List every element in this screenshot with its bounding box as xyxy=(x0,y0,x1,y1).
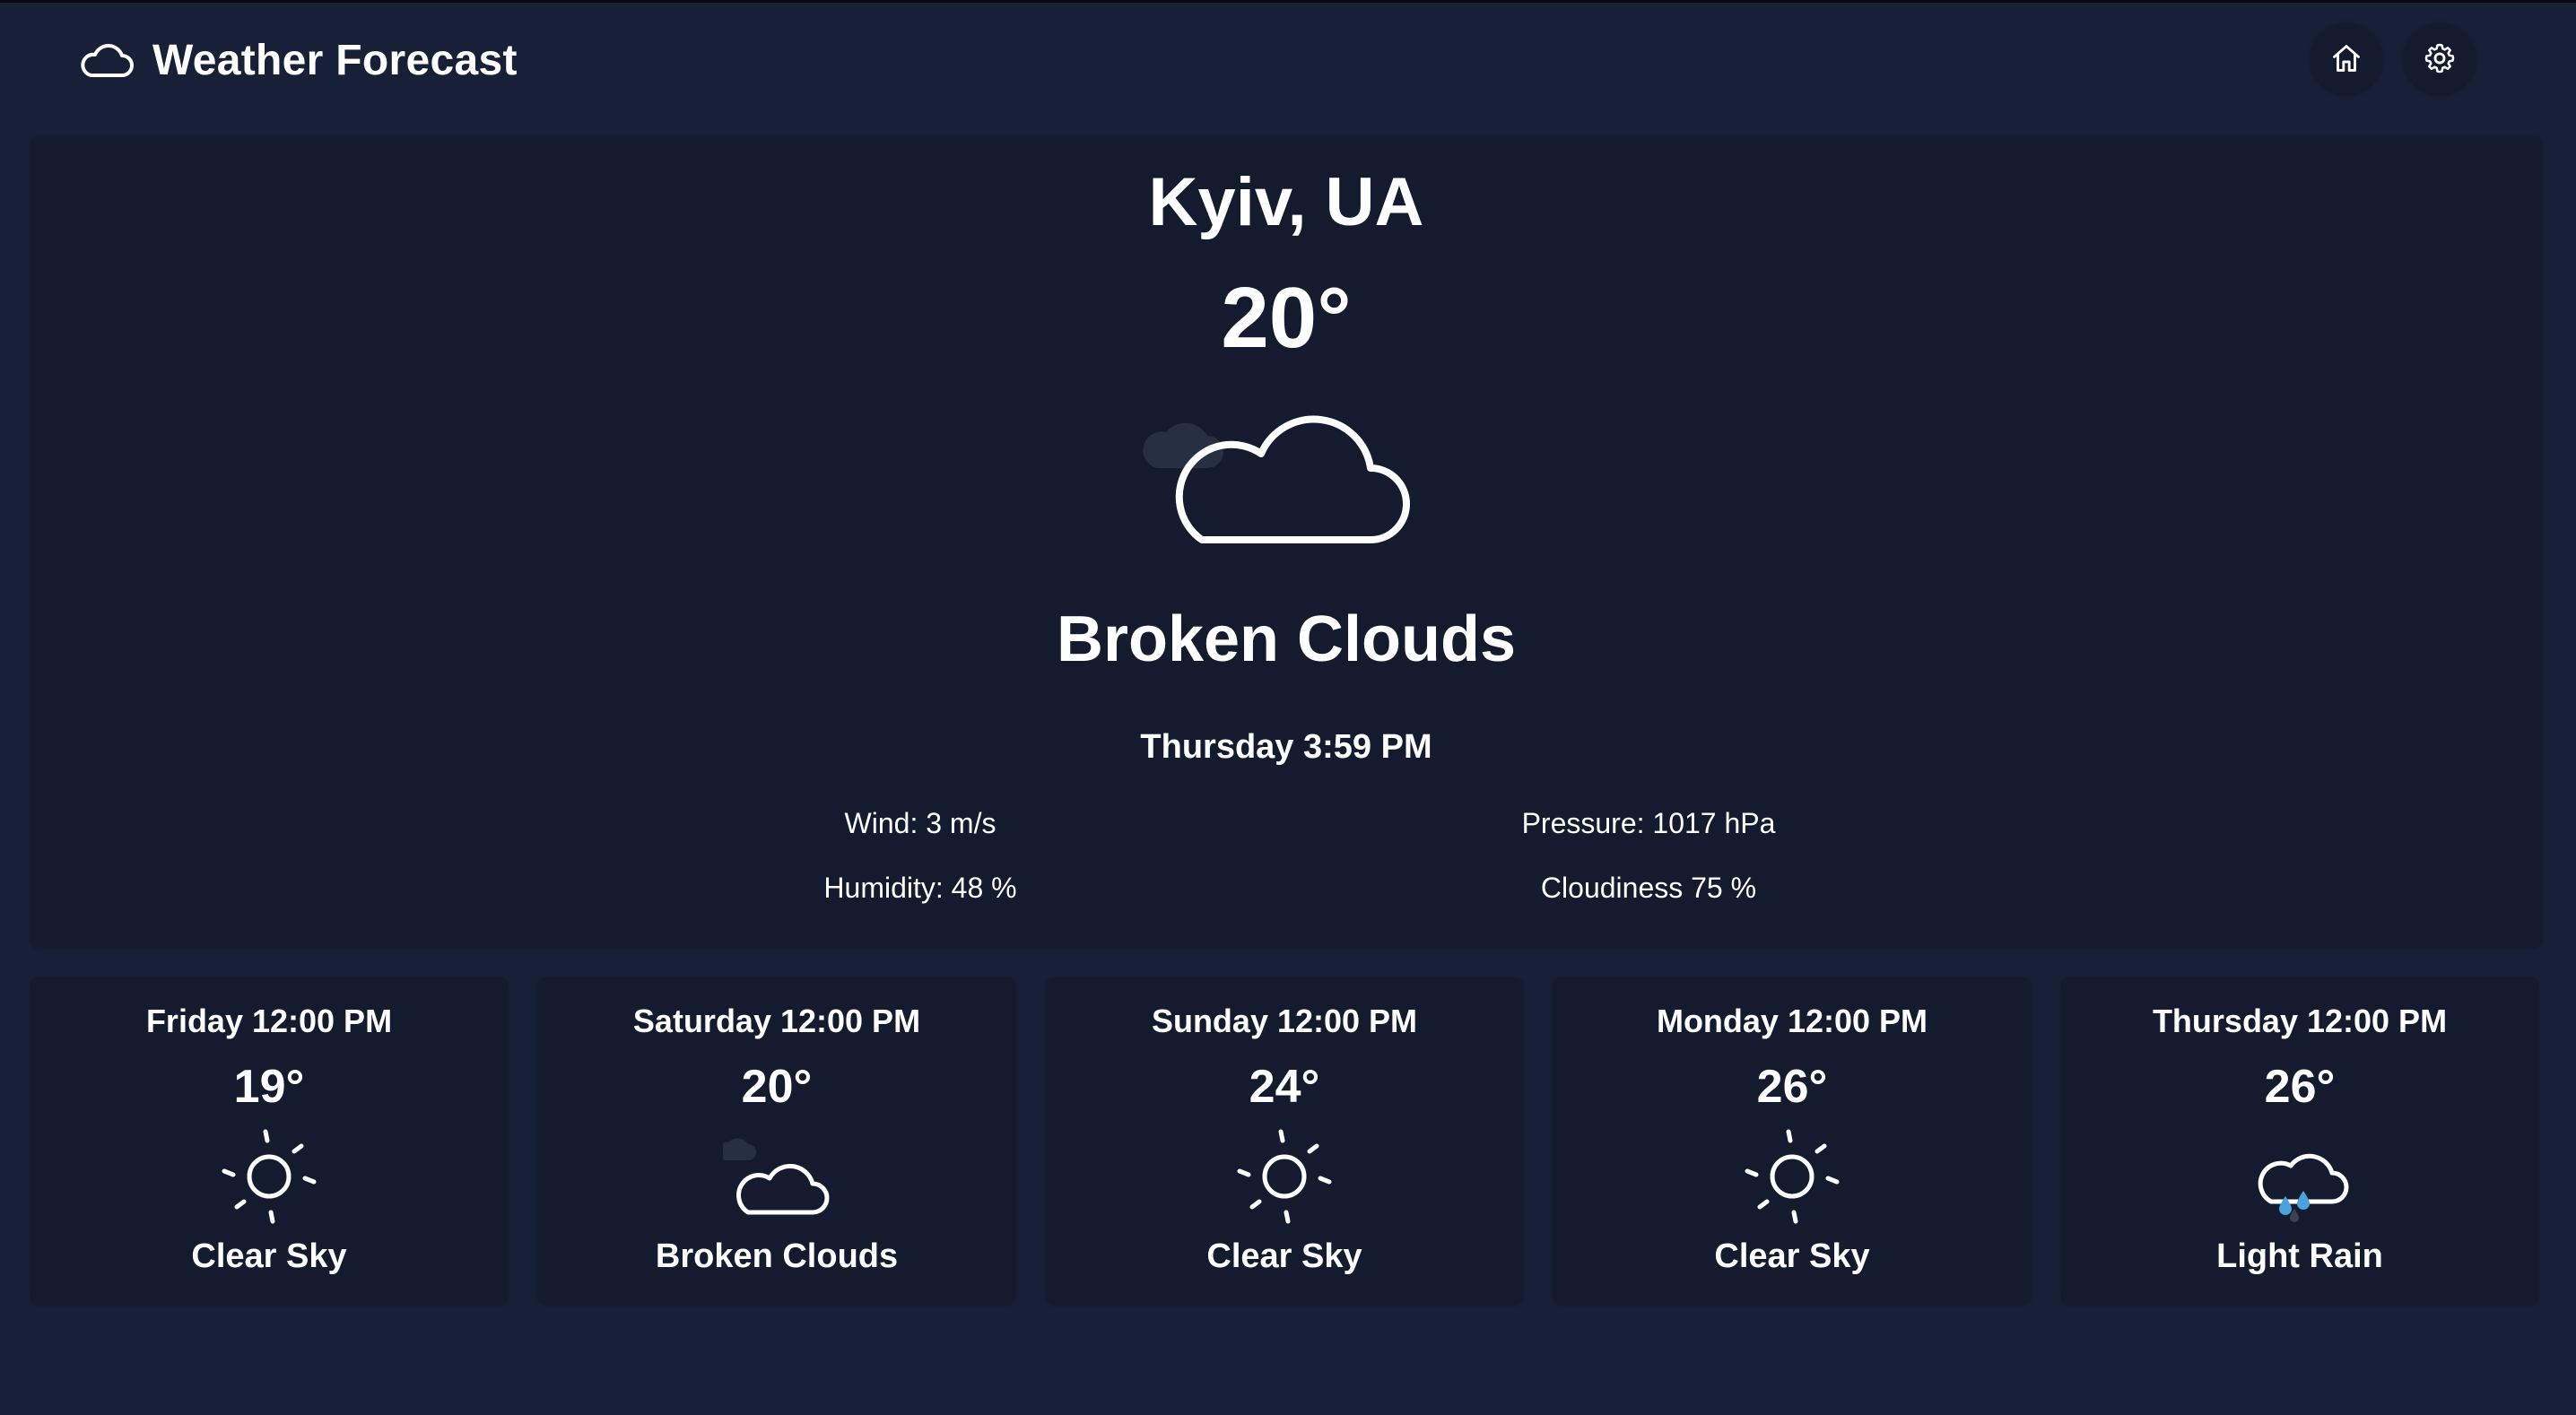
current-datetime: Thursday 3:59 PM xyxy=(1140,728,1432,766)
cloudiness-value: Cloudiness 75 % xyxy=(1540,872,1757,904)
sun-icon xyxy=(222,1129,317,1224)
forecast-condition: Broken Clouds xyxy=(655,1237,899,1275)
forecast-condition: Clear Sky xyxy=(191,1237,347,1275)
forecast-card[interactable]: Saturday 12:00 PM 20° Broken Clouds xyxy=(538,977,1015,1304)
broken-clouds-icon xyxy=(723,1138,830,1215)
forecast-condition: Clear Sky xyxy=(1714,1237,1870,1275)
forecast-card[interactable]: Sunday 12:00 PM 24° Clear Sky xyxy=(1046,977,1523,1304)
app-title: Weather Forecast xyxy=(152,36,518,84)
wind-value: Wind: 3 m/s xyxy=(844,807,996,839)
humidity-value: Humidity: 48 % xyxy=(823,872,1017,904)
forecast-card[interactable]: Monday 12:00 PM 26° Clear Sky xyxy=(1553,977,2031,1304)
forecast-condition: Light Rain xyxy=(2216,1237,2383,1275)
brand[interactable]: Weather Forecast xyxy=(79,33,518,87)
forecast-card[interactable]: Thursday 12:00 PM 26° Light Rain xyxy=(2061,977,2538,1304)
forecast-day: Sunday 12:00 PM xyxy=(1151,1003,1418,1039)
light-rain-icon xyxy=(2258,1153,2349,1222)
forecast-card[interactable]: Friday 12:00 PM 19° Clear Sky xyxy=(30,977,508,1304)
gear-icon xyxy=(2424,43,2455,74)
forecast-temperature: 26° xyxy=(2264,1061,2336,1113)
sun-icon xyxy=(1745,1129,1840,1224)
forecast-day: Monday 12:00 PM xyxy=(1656,1003,1928,1039)
sun-icon xyxy=(1237,1129,1332,1224)
broken-clouds-icon xyxy=(1143,415,1410,543)
cloud-icon xyxy=(81,44,134,77)
city-name: Kyiv, UA xyxy=(1148,164,1424,240)
settings-button[interactable] xyxy=(2404,22,2476,94)
pressure-value: Pressure: 1017 hPa xyxy=(1521,807,1776,839)
forecast-condition: Clear Sky xyxy=(1206,1237,1362,1275)
forecast-temperature: 26° xyxy=(1756,1061,1828,1113)
forecast-day: Saturday 12:00 PM xyxy=(632,1003,921,1039)
current-temperature: 20° xyxy=(1221,270,1352,366)
home-icon xyxy=(2333,45,2360,72)
current-weather-card: Kyiv, UA 20° Broken Clouds Thursday 3:59… xyxy=(30,136,2542,947)
forecast-temperature: 24° xyxy=(1249,1061,1320,1113)
current-condition: Broken Clouds xyxy=(1056,603,1517,675)
home-button[interactable] xyxy=(2311,22,2382,94)
app-header: Weather Forecast xyxy=(0,3,2576,114)
forecast-temperature: 19° xyxy=(233,1061,305,1113)
forecast-day: Friday 12:00 PM xyxy=(145,1003,393,1039)
forecast-temperature: 20° xyxy=(741,1061,813,1113)
forecast-day: Thursday 12:00 PM xyxy=(2152,1003,2448,1039)
